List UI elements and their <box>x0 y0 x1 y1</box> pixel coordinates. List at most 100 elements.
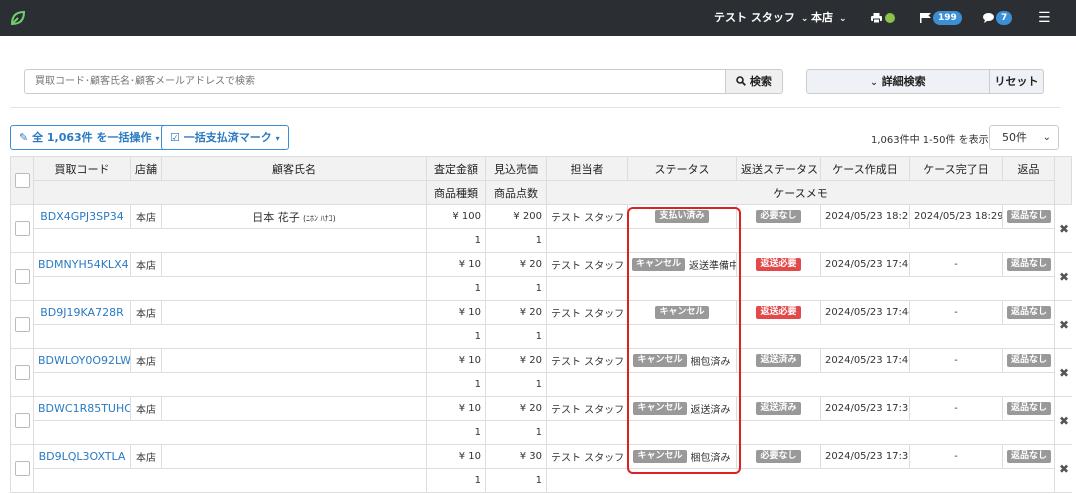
returned-badge: 返品なし <box>1007 402 1052 415</box>
customer-cell <box>161 300 427 325</box>
header-item-types: 商品種類 <box>426 180 486 205</box>
close-icon[interactable]: ✖ <box>1059 318 1069 332</box>
purchase-code-link[interactable]: BDX4GPJ3SP34 <box>40 210 124 223</box>
delete-cell: ✖ <box>1054 444 1072 493</box>
close-icon[interactable]: ✖ <box>1059 366 1069 380</box>
close-icon[interactable]: ✖ <box>1059 222 1069 236</box>
returned-cell: 返品なし <box>1002 396 1055 421</box>
search-button[interactable]: 検索 <box>725 69 783 94</box>
appraisal-cell: ¥ 10 <box>426 348 486 373</box>
purchase-code-link[interactable]: BDMNYH54KLX4 <box>38 258 129 271</box>
header-created[interactable]: ケース作成日 <box>820 156 910 181</box>
row-checkbox[interactable] <box>15 413 30 428</box>
printer-status[interactable] <box>871 0 895 36</box>
close-icon[interactable]: ✖ <box>1059 270 1069 284</box>
case-memo-cell <box>546 228 1055 253</box>
comment-icon <box>983 13 994 23</box>
comment-notifications[interactable]: 7 <box>983 0 1013 36</box>
expected-cell: ¥ 20 <box>485 348 547 373</box>
close-icon[interactable]: ✖ <box>1059 462 1069 476</box>
return-status-badge: 返送必要 <box>756 306 801 319</box>
status-cell: キャンセル <box>627 300 737 325</box>
header-staff[interactable]: 担当者 <box>546 156 628 181</box>
status-substatus: 梱包済み <box>690 357 731 368</box>
returned-badge: 返品なし <box>1007 258 1052 271</box>
created-cell: 2024/05/23 17:43 <box>820 348 910 373</box>
row-checkbox[interactable] <box>15 365 30 380</box>
select-all-checkbox[interactable] <box>15 173 30 188</box>
purchase-code-link[interactable]: BDWLOY0O92LW <box>38 354 130 367</box>
comment-count-badge: 7 <box>996 11 1013 25</box>
table-row[interactable]: BDWLOY0O92LW 本店 ¥ 10 ¥ 20 テスト スタッフ キャンセル… <box>10 348 1072 397</box>
table-row[interactable]: BDMNYH54KLX4 本店 ¥ 10 ¥ 20 テスト スタッフ キャンセル… <box>10 252 1072 301</box>
row-checkbox[interactable] <box>15 269 30 284</box>
status-substatus: 返送準備中 <box>689 261 737 272</box>
purchase-code-link[interactable]: BD9J19KA728R <box>40 306 123 319</box>
appraisal-cell: ¥ 10 <box>426 444 486 469</box>
header-store[interactable]: 店舗 <box>130 156 162 181</box>
user-menu[interactable]: テスト スタッフ ⌄ <box>714 0 808 36</box>
return-status-cell: 必要なし <box>736 204 821 229</box>
per-page-select[interactable]: 50件 ⌄ <box>989 125 1059 150</box>
table-subrow: 1 1 <box>11 420 1072 445</box>
row-checkbox[interactable] <box>15 461 30 476</box>
table-row[interactable]: BDX4GPJ3SP34 本店 日本 花子 (ﾆﾎﾝ ﾊﾅｺ) ¥ 100 ¥ … <box>10 204 1072 253</box>
return-status-badge: 返送必要 <box>756 258 801 271</box>
row-checkbox[interactable] <box>15 221 30 236</box>
hamburger-menu-icon[interactable]: ☰ <box>1038 0 1051 36</box>
status-badge: キャンセル <box>633 402 687 415</box>
returned-badge: 返品なし <box>1007 450 1052 463</box>
bulk-action-button[interactable]: ✎ 全 1,063件 を一括操作 ▾ <box>10 125 169 150</box>
purchase-code-link[interactable]: BDWC1R85TUHO <box>38 402 130 415</box>
row-select-cell <box>10 396 34 445</box>
status-cell: キャンセル 梱包済み <box>627 444 737 469</box>
item-types-cell: 1 <box>426 372 486 397</box>
subrow-blank <box>33 324 427 349</box>
per-page-value: 50件 <box>1002 131 1027 144</box>
delete-cell: ✖ <box>1054 204 1072 253</box>
search-input[interactable] <box>24 69 726 94</box>
store-cell: 本店 <box>130 204 162 229</box>
reset-button[interactable]: リセット <box>989 69 1044 94</box>
table-row[interactable]: BD9LQL3OXTLA 本店 ¥ 10 ¥ 30 テスト スタッフ キャンセル… <box>10 444 1072 493</box>
returned-cell: 返品なし <box>1002 444 1055 469</box>
header-completed[interactable]: ケース完了日 <box>909 156 1003 181</box>
row-checkbox[interactable] <box>15 317 30 332</box>
created-cell: 2024/05/23 18:27 <box>820 204 910 229</box>
store-name: 本店 <box>811 11 833 24</box>
store-menu[interactable]: 本店 ⌄ <box>811 0 847 36</box>
expected-cell: ¥ 200 <box>485 204 547 229</box>
leaf-logo-icon[interactable] <box>8 8 28 28</box>
advanced-search-button[interactable]: ⌄ 詳細検索 <box>806 69 990 94</box>
completed-cell: - <box>909 396 1003 421</box>
flag-notifications[interactable]: 199 <box>920 0 962 36</box>
table-row[interactable]: BDWC1R85TUHO 本店 ¥ 10 ¥ 20 テスト スタッフ キャンセル… <box>10 396 1072 445</box>
bulk-paid-mark-button[interactable]: ☑ 一括支払済マーク ▾ <box>161 125 289 150</box>
purchase-code-link[interactable]: BD9LQL3OXTLA <box>39 450 126 463</box>
table-subrow: 1 1 <box>11 468 1072 493</box>
header-customer[interactable]: 顧客氏名 <box>161 156 427 181</box>
delete-cell: ✖ <box>1054 396 1072 445</box>
printer-icon <box>871 13 882 24</box>
header-return-status[interactable]: 返送ステータス <box>736 156 821 181</box>
close-icon[interactable]: ✖ <box>1059 414 1069 428</box>
completed-cell: 2024/05/23 18:29 <box>909 204 1003 229</box>
subrow-blank <box>33 372 427 397</box>
header-code[interactable]: 買取コード <box>33 156 131 181</box>
returned-cell: 返品なし <box>1002 252 1055 277</box>
table-subrow: 1 1 <box>11 324 1072 349</box>
delete-cell: ✖ <box>1054 300 1072 349</box>
header-returned[interactable]: 返品 <box>1002 156 1055 181</box>
returned-badge: 返品なし <box>1007 210 1052 223</box>
table-subrow: 1 1 <box>11 228 1072 253</box>
edit-icon: ✎ <box>19 131 29 144</box>
delete-cell: ✖ <box>1054 252 1072 301</box>
table-row[interactable]: BD9J19KA728R 本店 ¥ 10 ¥ 20 テスト スタッフ キャンセル… <box>10 300 1072 349</box>
row-select-cell <box>10 252 34 301</box>
header-appraisal[interactable]: 査定金額 <box>426 156 486 181</box>
header-expected[interactable]: 見込売価 <box>485 156 547 181</box>
header-status[interactable]: ステータス <box>627 156 737 181</box>
customer-cell <box>161 348 427 373</box>
item-count-cell: 1 <box>485 468 547 493</box>
item-count-cell: 1 <box>485 324 547 349</box>
